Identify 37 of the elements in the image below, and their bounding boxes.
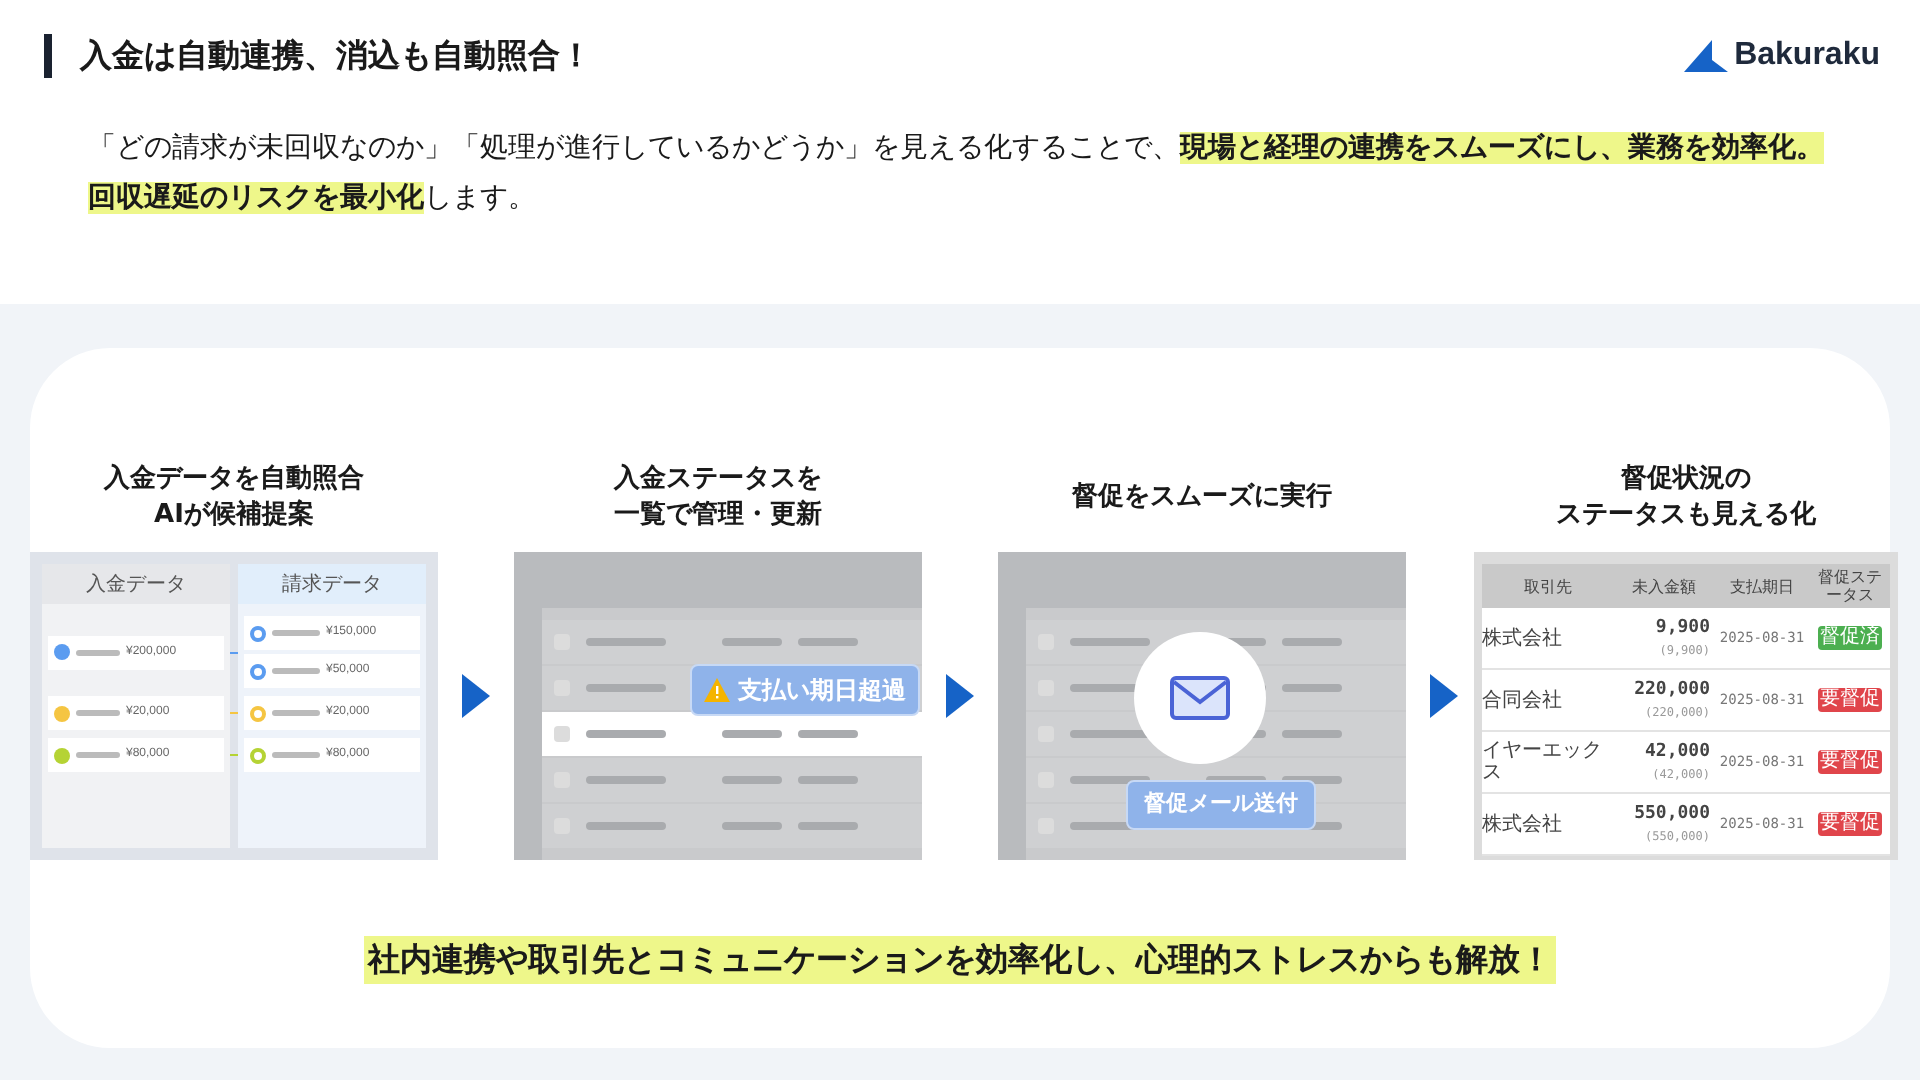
table-cell-text: 220,000 [1634,677,1710,704]
warning-banner: 支払い期日超過 [690,664,920,716]
table-cell: 株式会社 [1482,794,1614,856]
step-title: 一覧で管理・更新 [614,498,822,534]
column-header: 入金データ [42,564,230,604]
table-cell-text: 550,000 [1634,801,1710,828]
warning-icon [704,678,730,702]
logo-icon [1684,40,1729,72]
footer-message: 社内連携や取引先とコミュニケーションを効率化し、心理的ストレスからも解放！ [364,936,1556,984]
step-title: ステータスも見える化 [1556,498,1816,534]
logo-text: Bakuraku [1734,36,1880,76]
table-cell-text: 9,900 [1655,615,1710,642]
table-cell: イヤーエックス [1482,732,1614,794]
column-header: 督促ステータス [1810,564,1890,608]
status-badge: 要督促 [1818,812,1882,836]
envelope-icon [1170,676,1230,720]
arrow-icon [946,674,974,718]
status-badge: 要督促 [1818,750,1882,774]
step-title: 督促状況の [1621,462,1751,498]
arrow-icon [462,674,490,718]
status-badge: 要督促 [1818,688,1882,712]
send-reminder-button[interactable]: 督促メール送付 [1126,780,1316,829]
step-title: 入金ステータスを [614,462,822,498]
slide-title: 入金は自動連携、消込も自動照合！ [80,34,592,78]
column-header: 支払期日 [1714,564,1810,608]
arrow-icon [1430,674,1458,718]
step-title: AIが候補提案 [154,498,314,534]
table-cell: 株式会社 [1482,608,1614,670]
intro-paragraph: 「どの請求が未回収なのか」「処理が進行しているかどうか」を見える化することで、現場と経理の連携をスムーズにし、業務を効率化。回収遅延のリスクを最小化します。 [88,129,1826,218]
step-title: 督促をスムーズに実行 [1072,480,1332,516]
column-header: 取引先 [1482,564,1614,608]
column-header: 未入金額 [1614,564,1714,608]
table-cell-text: 42,000 [1644,739,1710,766]
table-cell: 合同会社 [1482,670,1614,732]
column-header: 請求データ [238,564,426,604]
step-title: 入金データを自動照合 [104,462,364,498]
status-badge: 督促済 [1818,626,1882,650]
